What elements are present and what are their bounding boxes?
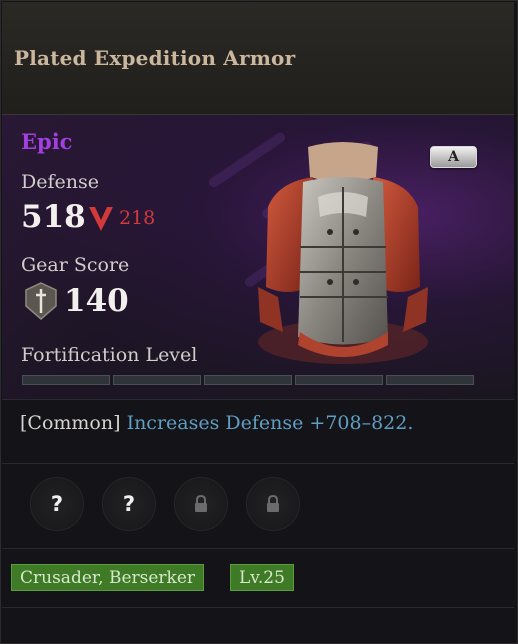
trait-text: Increases Defense +708–822. [126,412,414,434]
divider [2,607,514,608]
trait-line: [Common] Increases Defense +708–822. [20,412,413,434]
socket-slot-2[interactable]: ? [102,477,156,531]
defense-label: Defense [21,171,99,193]
item-summary: Epic A Defense 518 218 Gear Score 140 Fo… [2,115,514,399]
lock-icon [267,495,279,512]
divider [2,463,514,464]
question-icon: ? [122,492,136,516]
socket-slot-4[interactable] [246,477,300,531]
socket-slot-3[interactable] [174,477,228,531]
divider [2,548,514,549]
arrow-down-icon [89,207,113,231]
rarity-label: Epic [21,129,73,154]
question-icon: ? [50,492,64,516]
gear-score-value: 140 [64,283,129,319]
defense-value: 518 [21,199,86,235]
defense-diff: 218 [119,207,156,229]
gear-score-label: Gear Score [21,254,130,276]
fortification-segment [204,375,292,385]
item-tooltip: Plated Expedition Armor Epic A Defense 5… [0,0,518,644]
divider [2,399,514,400]
fortification-segment [386,375,474,385]
class-requirement-tag: Crusader, Berserker [11,564,205,591]
fortification-bar [22,375,474,385]
tooltip-header: Plated Expedition Armor [2,2,514,115]
fortification-segment [113,375,201,385]
level-requirement-tag: Lv.25 [230,564,294,591]
fortification-segment [295,375,383,385]
trait-tag: [Common] [20,412,121,434]
sword-shield-icon [25,282,57,320]
armor-icon [258,142,428,364]
lock-icon [195,495,207,512]
fortification-label: Fortification Level [21,344,198,366]
fortification-segment [22,375,110,385]
socket-slot-1[interactable]: ? [30,477,84,531]
item-name: Plated Expedition Armor [14,46,296,70]
